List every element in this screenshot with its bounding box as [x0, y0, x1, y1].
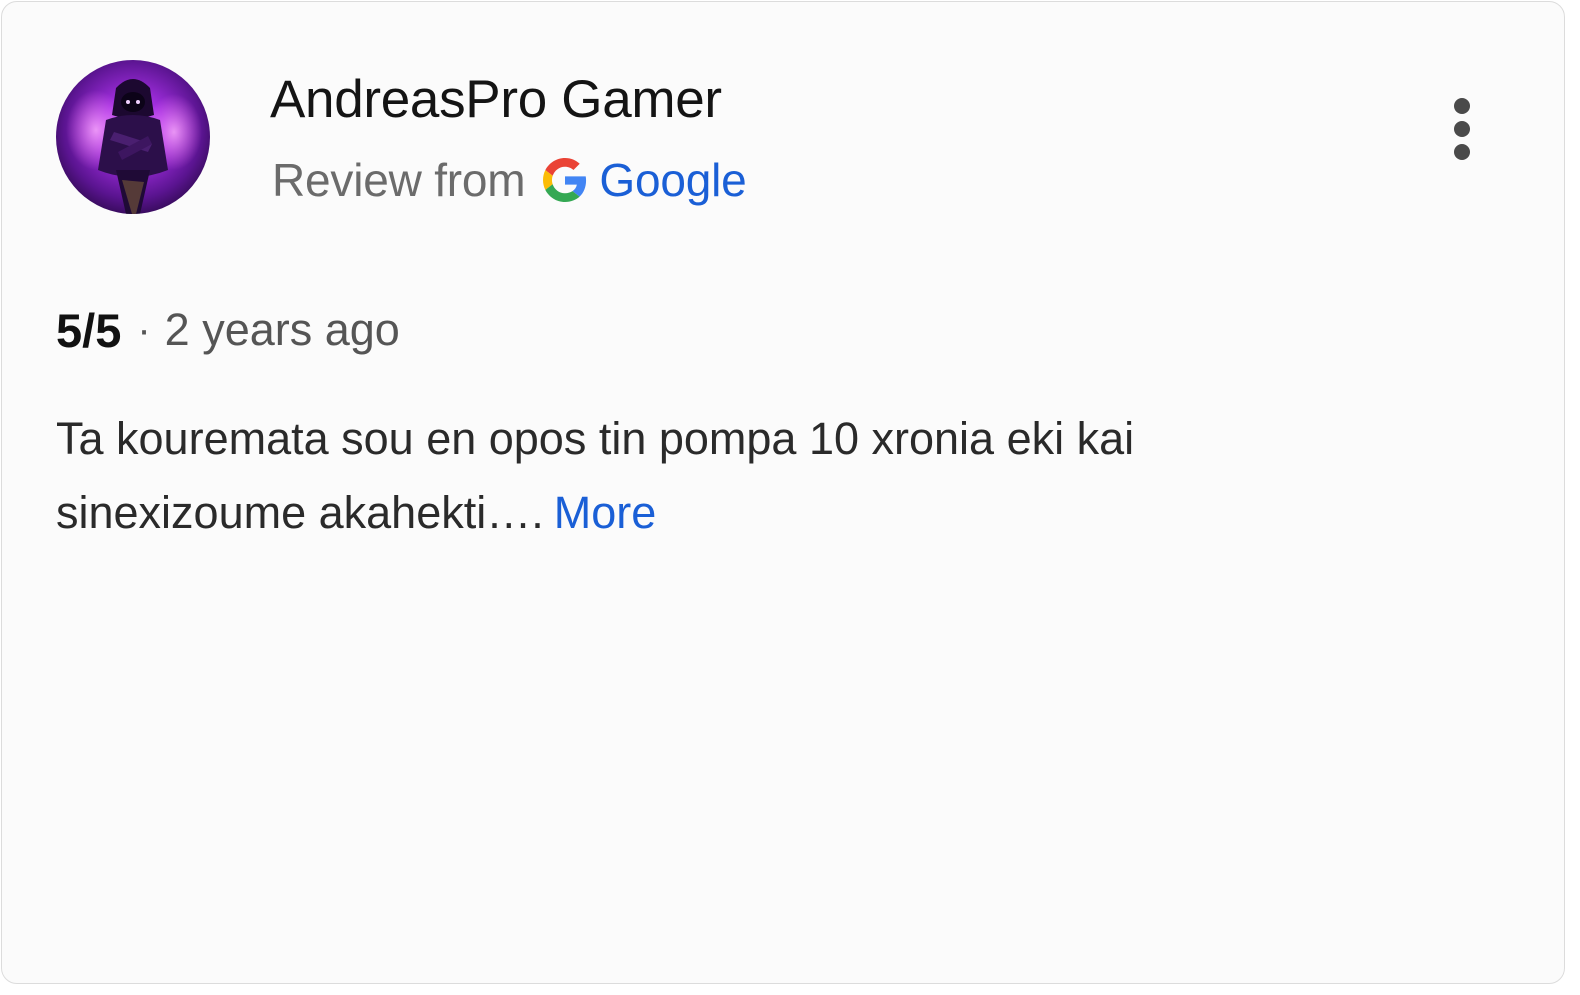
more-options-button[interactable]	[1440, 92, 1484, 168]
review-age: 2 years ago	[164, 304, 400, 355]
review-text-content-1: Ta kouremata sou en opos tin pompa 10 xr…	[56, 413, 1135, 464]
rating-separator: ·	[137, 307, 151, 352]
avatar-image	[56, 60, 210, 214]
rating-line: 5/5 · 2 years ago	[56, 300, 400, 360]
review-text-content-2: sinexizoume akahekti….	[56, 487, 544, 538]
reviewer-name[interactable]: AndreasPro Gamer	[270, 68, 722, 132]
review-card: AndreasPro Gamer Review from Google 5/5 …	[1, 1, 1565, 984]
review-text-line-1: Ta kouremata sou en opos tin pompa 10 xr…	[56, 402, 1316, 476]
review-text: Ta kouremata sou en opos tin pompa 10 xr…	[56, 402, 1316, 550]
source-prefix: Review from	[272, 154, 526, 206]
source-name-google: Google	[599, 154, 747, 206]
google-g-icon	[543, 158, 587, 202]
more-options-icon	[1454, 98, 1470, 160]
review-text-line-2: sinexizoume akahekti…. More	[56, 476, 1316, 550]
more-link[interactable]: More	[554, 487, 657, 538]
rating-score: 5/5	[56, 303, 122, 357]
avatar[interactable]	[56, 60, 210, 214]
review-source: Review from Google	[272, 152, 747, 208]
